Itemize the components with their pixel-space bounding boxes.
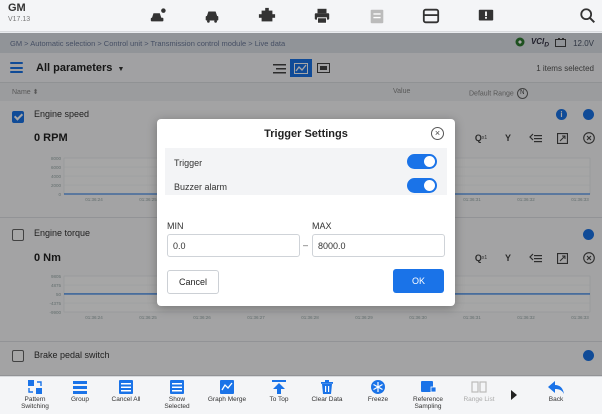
chevron-right-icon [511, 390, 517, 400]
cancel-all-button[interactable]: Cancel All [98, 379, 154, 404]
toolbar-label: Reference Sampling [413, 396, 443, 410]
reference-sampling-button[interactable]: Reference Sampling [400, 379, 456, 411]
back-arrow-icon [548, 381, 564, 394]
trigger-switches: Trigger Buzzer alarm [165, 148, 447, 195]
car-person-icon[interactable] [148, 7, 168, 25]
trigger-toggle[interactable] [407, 154, 437, 169]
toolbar-label: Pattern Switching [21, 396, 49, 410]
dialog-title: Trigger Settings [264, 128, 348, 140]
snowflake-icon [371, 380, 385, 394]
min-label: MIN [167, 221, 184, 231]
graph-merge-icon [220, 380, 234, 394]
search-icon[interactable] [578, 7, 598, 25]
back-arrow-button[interactable]: Back [528, 379, 584, 404]
alert-icon[interactable] [476, 7, 496, 25]
car-icon[interactable] [202, 7, 222, 25]
show-selected-button[interactable]: Show Selected [149, 379, 205, 411]
trash-button[interactable]: Clear Data [299, 379, 355, 404]
cancel-button[interactable]: Cancel [167, 270, 219, 294]
toolbar-label: To Top [269, 396, 289, 403]
brand-name: GM [8, 2, 26, 14]
app-version: V17.13 [8, 16, 31, 23]
brand: GM V17.13 [8, 2, 31, 24]
trash-icon [321, 380, 333, 394]
show-selected-icon [170, 380, 184, 394]
pattern-switch-icon [28, 380, 42, 394]
max-input[interactable]: 8000.0 [312, 234, 445, 257]
printer-icon[interactable] [312, 7, 332, 25]
top-toolbar: GM V17.13 [0, 0, 602, 32]
cancel-all-icon [119, 380, 133, 394]
graph-merge-button[interactable]: Graph Merge [199, 379, 255, 404]
toolbar-label: Group [70, 396, 90, 403]
bottom-toolbar: Pattern Switching Group Cancel All Show Sel… [0, 376, 602, 414]
toolbar-label: Freeze [367, 396, 389, 403]
to-top-icon [272, 380, 286, 394]
max-label: MAX [312, 221, 332, 231]
min-input[interactable]: 0.0 [167, 234, 300, 257]
engine-icon[interactable] [257, 7, 277, 25]
trigger-settings-dialog: Trigger Settings × Trigger Buzzer alarm … [157, 119, 455, 306]
buzzer-alarm-label: Buzzer alarm [174, 182, 228, 192]
clipboard-icon[interactable] [367, 7, 387, 25]
buzzer-alarm-toggle[interactable] [407, 178, 437, 193]
range-separator: – [303, 240, 309, 250]
toolbar-label: Back [548, 396, 564, 403]
trigger-label: Trigger [174, 158, 203, 168]
close-icon[interactable]: × [431, 127, 444, 140]
ok-button[interactable]: OK [393, 269, 444, 293]
toolbar-label: Clear Data [311, 396, 343, 403]
toolbar-label: Cancel All [111, 396, 141, 403]
group-icon [73, 381, 87, 394]
data-log-icon[interactable] [421, 7, 441, 25]
snowflake-button[interactable]: Freeze [350, 379, 406, 404]
toolbar-label: Show Selected [164, 396, 190, 410]
toolbar-label: Graph Merge [207, 396, 247, 403]
reference-sampling-icon [421, 381, 437, 393]
